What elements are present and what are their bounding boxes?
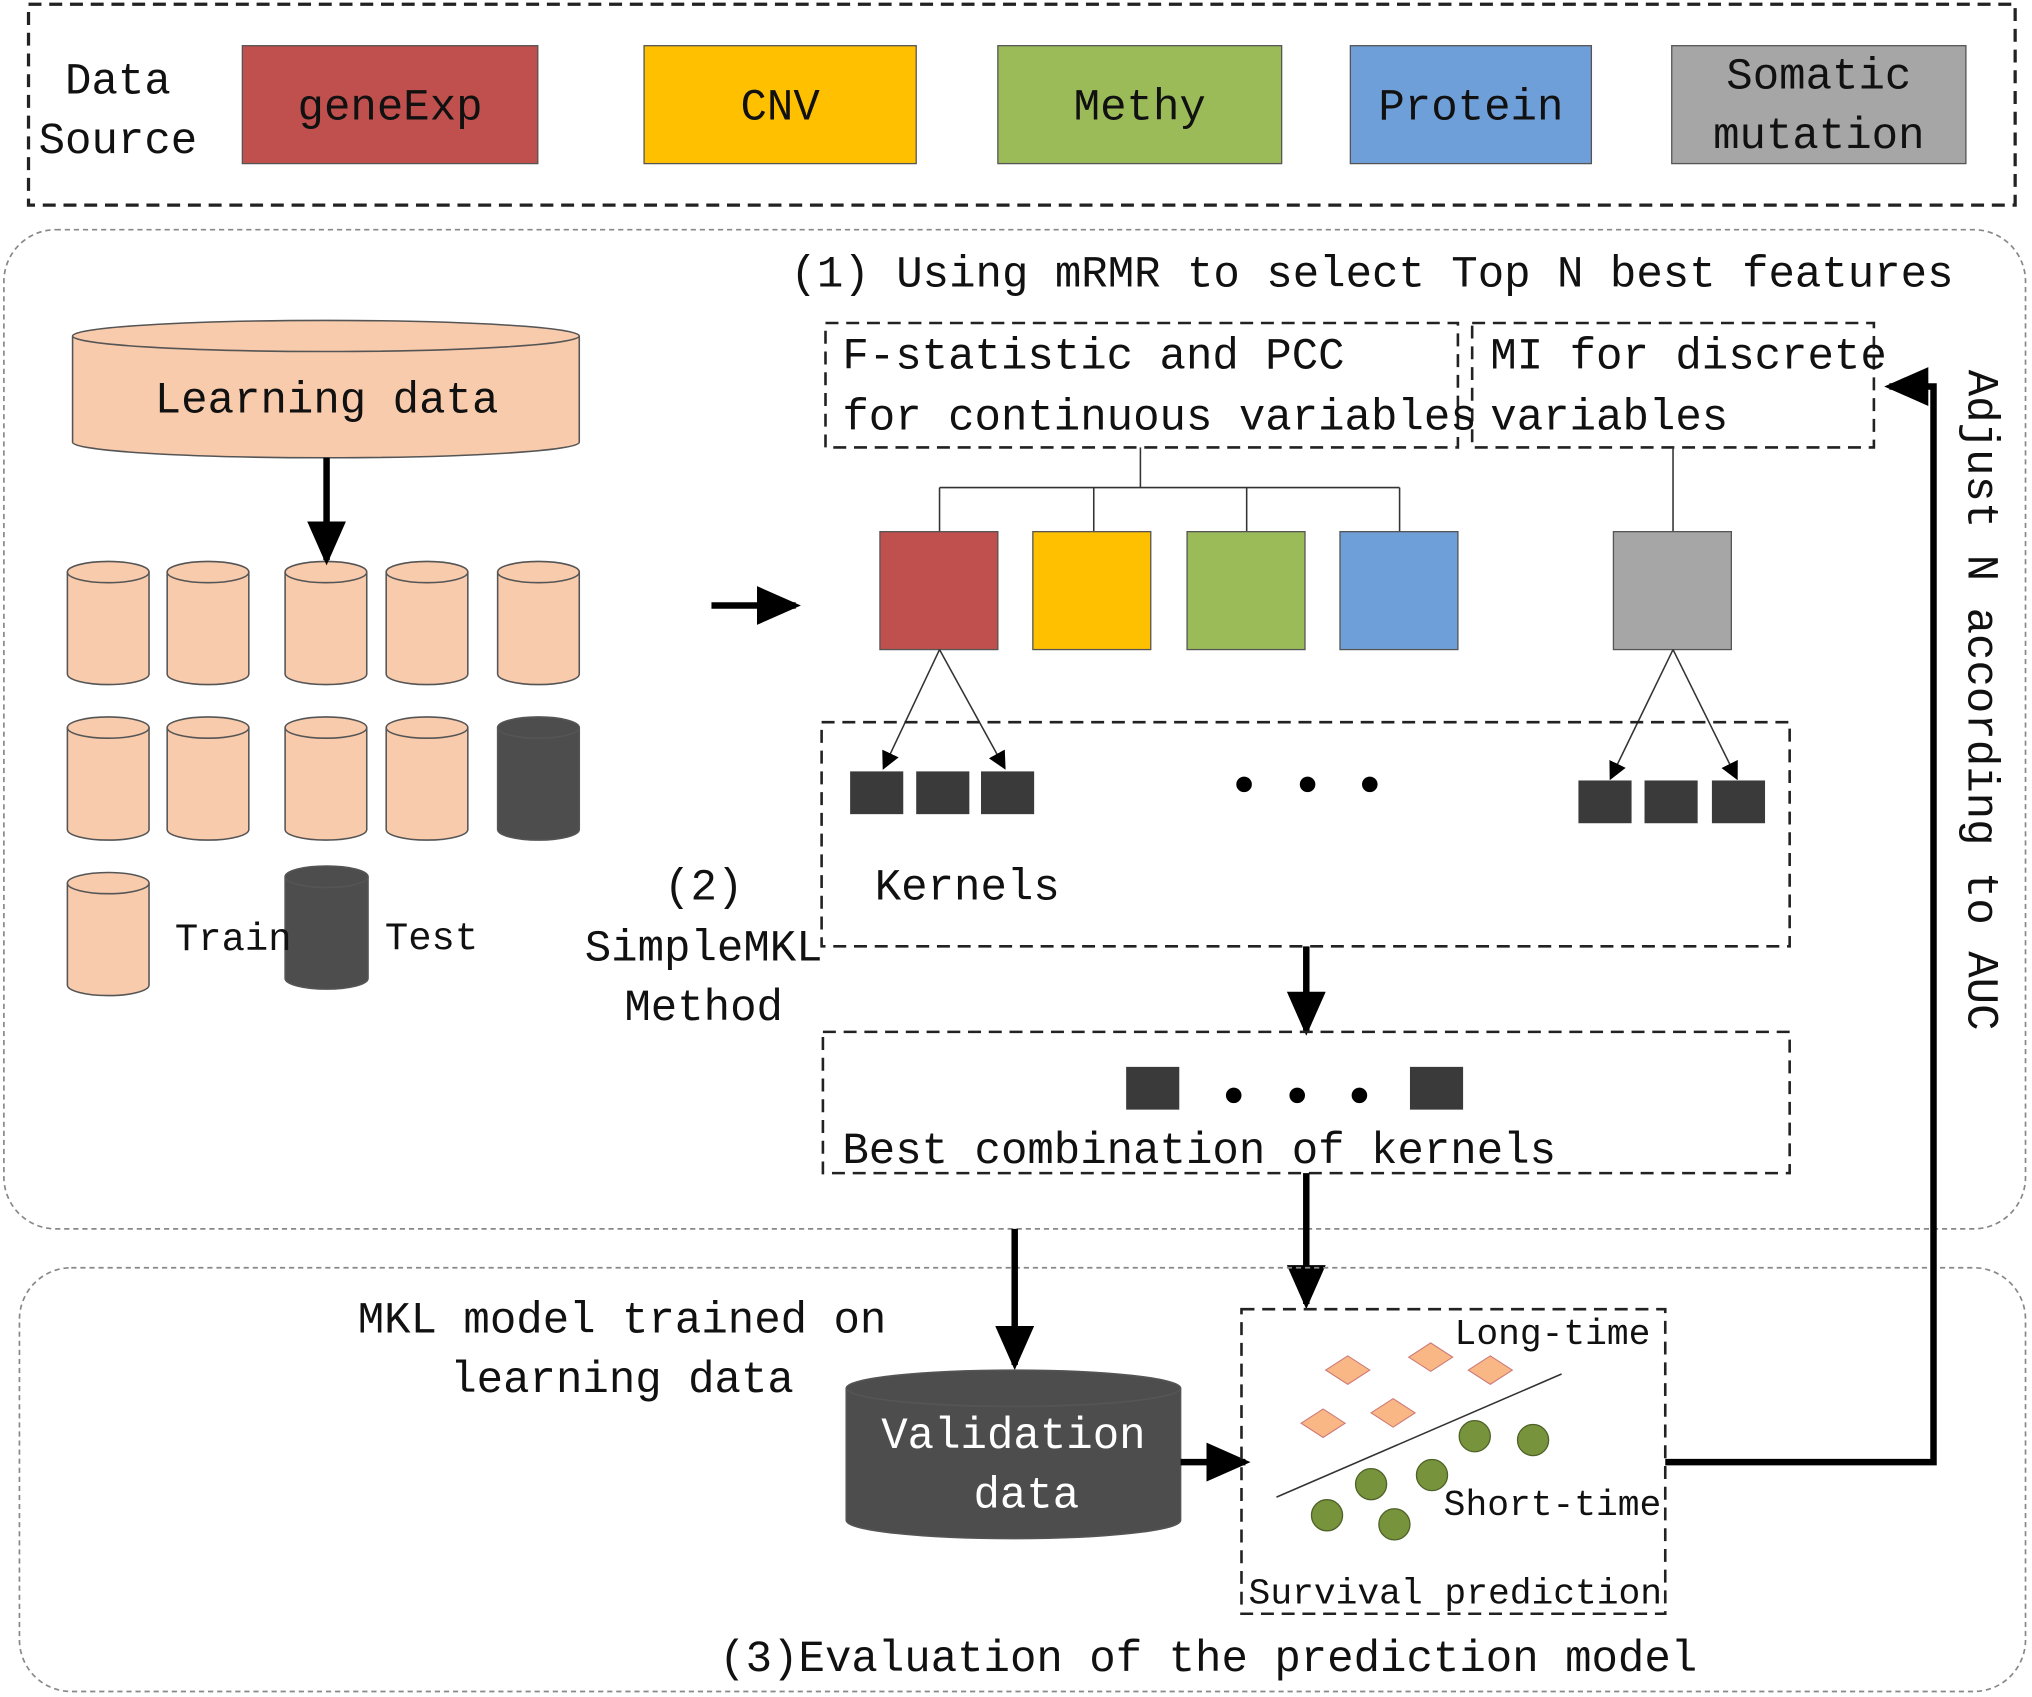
test-label: Test — [385, 917, 478, 961]
short-time-point — [1516, 1423, 1550, 1457]
fold-cylinder — [284, 716, 368, 841]
ellipsis-dot — [1362, 776, 1378, 793]
workflow-diagram: Data Source geneExp CNV Methy Protein Somati… — [3, 2, 2027, 1693]
best-combination-label: Best combination of kernels — [842, 1127, 1556, 1177]
kernel-square — [1409, 1066, 1464, 1110]
fold-cylinder — [385, 560, 469, 686]
discrete-text-1: MI for discrete — [1490, 332, 1887, 382]
train-legend-cylinder — [66, 871, 150, 997]
data-source-item-label: Protein — [1378, 84, 1563, 134]
feature-square — [879, 530, 999, 651]
short-time-point — [1310, 1499, 1344, 1532]
long-time-point — [1370, 1397, 1417, 1428]
fold-cylinder — [385, 716, 469, 841]
kernel-arrow — [1672, 649, 1738, 781]
ellipsis-dot — [1299, 776, 1316, 793]
kernel-square — [981, 771, 1035, 815]
kernel-square — [850, 771, 904, 815]
kernel-square — [1126, 1066, 1180, 1110]
ellipsis-dot — [1289, 1087, 1305, 1104]
feature-square — [1186, 530, 1306, 651]
step1-title: (1) Using mRMR to select Top N best feat… — [791, 251, 1954, 301]
step2-label-2: SimpleMKL — [585, 925, 823, 975]
fold-cylinder — [66, 560, 150, 686]
tree-connector — [938, 447, 1674, 532]
long-time-point — [1300, 1408, 1347, 1439]
data-source-label-1: Data — [65, 58, 171, 108]
discrete-text-2: variables — [1490, 393, 1728, 443]
kernel-square — [1578, 780, 1632, 824]
fold-cylinder — [166, 560, 250, 686]
short-time-point — [1458, 1420, 1491, 1453]
kernel-square — [916, 771, 970, 815]
continuous-text-2: for continuous variables — [842, 393, 1476, 443]
kernel-arrow — [938, 649, 1006, 770]
ellipsis-dot — [1225, 1087, 1242, 1104]
test-fold-cylinder — [496, 716, 581, 841]
mkl-text-1: MKL model trained on — [358, 1297, 887, 1347]
step2-label-3: Method — [624, 984, 783, 1034]
learning-data-label: Learning data — [155, 376, 499, 426]
feature-square — [1032, 530, 1152, 651]
kernel-square — [1644, 780, 1698, 824]
data-source-item-label: Methy — [1074, 84, 1206, 134]
data-source-item-label: Somatic — [1726, 52, 1911, 102]
test-legend-cylinder — [284, 865, 369, 990]
data-source-item-label: geneExp — [298, 84, 483, 134]
kernel-arrow — [1609, 649, 1674, 781]
feature-square — [1612, 530, 1732, 651]
feedback-label: Adjust N according to AUC — [1955, 370, 2005, 1031]
fold-cylinder — [66, 716, 150, 841]
train-label: Train — [175, 918, 292, 962]
continuous-text-1: F-statistic and PCC — [842, 332, 1344, 382]
kernel-arrows — [882, 649, 941, 770]
mkl-text-2: learning data — [450, 1356, 794, 1406]
step3-title: (3)Evaluation of the prediction model — [719, 1635, 1697, 1685]
survival-label: Survival prediction — [1249, 1573, 1663, 1614]
fold-cylinder — [284, 560, 368, 686]
data-source-label-2: Source — [39, 117, 198, 167]
kernel-square — [1711, 780, 1766, 824]
long-time-point — [1467, 1355, 1514, 1385]
feature-square — [1339, 530, 1459, 651]
long-time-point — [1407, 1342, 1454, 1373]
short-time-point — [1378, 1508, 1411, 1541]
long-time-point — [1324, 1355, 1371, 1385]
ellipsis-dot — [1351, 1087, 1368, 1104]
short-time-point — [1354, 1467, 1388, 1501]
kernels-label: Kernels — [875, 864, 1060, 914]
ellipsis-dot — [1236, 776, 1252, 793]
data-source-item-label: CNV — [740, 84, 820, 134]
long-time-label: Long-time — [1455, 1314, 1651, 1355]
validation-text-2: data — [974, 1471, 1080, 1521]
step2-label-1: (2) — [664, 864, 743, 914]
data-source-item-label: mutation — [1713, 112, 1924, 162]
fold-cylinder — [166, 716, 250, 841]
fold-cylinder — [496, 560, 581, 686]
validation-text-1: Validation — [881, 1412, 1145, 1462]
short-time-label: Short-time — [1444, 1485, 1662, 1526]
